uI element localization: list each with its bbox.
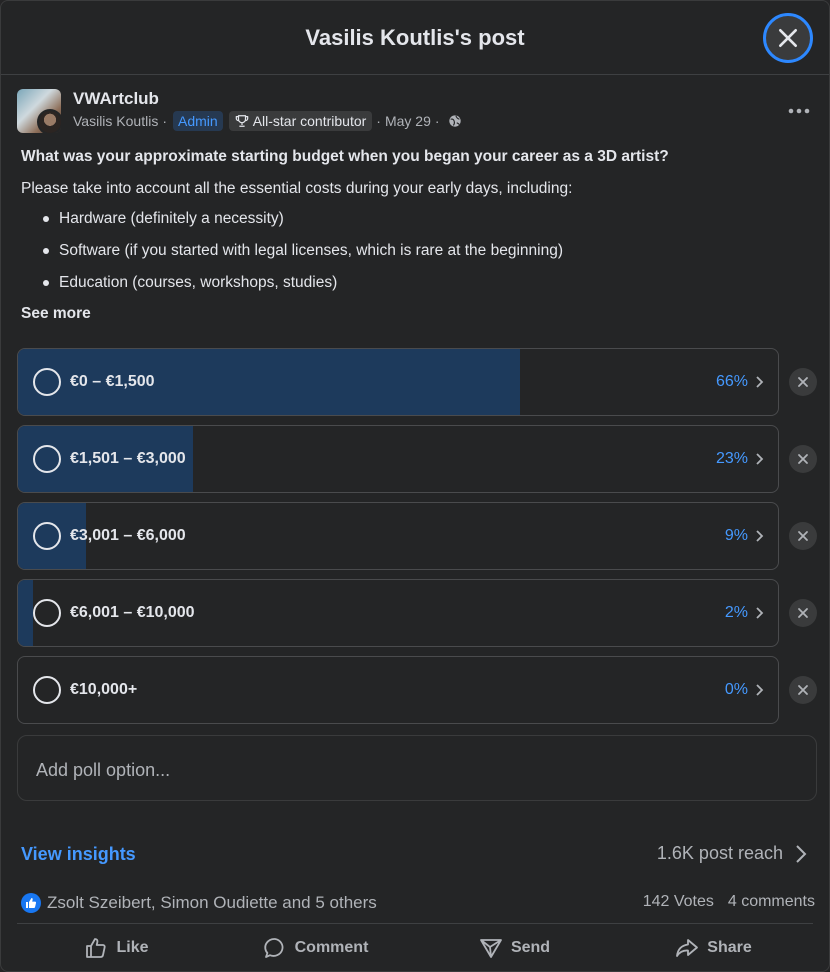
send-label: Send — [510, 939, 551, 956]
poll-option-radio[interactable] — [33, 676, 61, 704]
votes-count[interactable]: 142 Votes — [643, 893, 714, 911]
remove-option-button[interactable] — [789, 676, 817, 704]
post-date[interactable]: May 29 — [385, 113, 431, 129]
post-reach[interactable]: 1.6K post reach — [657, 843, 807, 864]
share-button[interactable]: Share — [614, 925, 813, 971]
poll-option-percent[interactable]: 23% — [716, 450, 748, 468]
poll-option-radio[interactable] — [33, 522, 61, 550]
poll-option-percent[interactable]: 66% — [716, 373, 748, 391]
author-avatar[interactable] — [37, 109, 61, 133]
poll-question: What was your approximate starting budge… — [21, 148, 669, 165]
like-reaction-icon — [21, 893, 41, 913]
close-icon — [778, 28, 798, 48]
chevron-right-icon — [756, 530, 764, 542]
chevron-right-icon — [756, 453, 764, 465]
remove-option-button[interactable] — [789, 445, 817, 473]
poll-option[interactable]: €3,001 – €6,000 9% — [17, 502, 779, 570]
engagement-counts: 142 Votes 4 comments — [643, 893, 815, 911]
meta-separator: · — [434, 113, 440, 129]
more-icon — [788, 108, 810, 114]
chevron-right-icon — [796, 844, 807, 863]
remove-option-button[interactable] — [789, 368, 817, 396]
author-name[interactable]: Vasilis Koutlis — [73, 113, 158, 129]
poll-option-label: €1,501 – €3,000 — [70, 450, 186, 467]
poll-option-percent[interactable]: 0% — [725, 681, 748, 699]
see-more-link[interactable]: See more — [21, 305, 91, 323]
comments-count[interactable]: 4 comments — [728, 893, 815, 911]
meta-separator: · — [162, 113, 167, 129]
reactions-summary[interactable]: Zsolt Szeibert, Simon Oudiette and 5 oth… — [21, 893, 377, 913]
poll-option-radio[interactable] — [33, 368, 61, 396]
group-name[interactable]: VWArtclub — [73, 89, 159, 109]
poll-option-percent[interactable]: 2% — [725, 604, 748, 622]
poll-option-fill — [18, 580, 34, 646]
view-insights-link[interactable]: View insights — [21, 844, 136, 865]
bullet-item: Education (courses, workshops, studies) — [41, 274, 563, 306]
post-intro: Please take into account all the essenti… — [21, 180, 573, 197]
globe-icon — [448, 115, 461, 127]
send-button[interactable]: Send — [415, 925, 614, 971]
bullet-item: Software (if you started with legal lice… — [41, 242, 563, 274]
divider — [17, 923, 813, 924]
reactions-text: Zsolt Szeibert, Simon Oudiette and 5 oth… — [47, 893, 377, 912]
post-bullets: Hardware (definitely a necessity) Softwa… — [41, 210, 563, 306]
thumbs-up-icon — [86, 938, 107, 958]
close-button[interactable] — [763, 13, 813, 63]
poll-option-label: €0 – €1,500 — [70, 373, 155, 390]
like-button[interactable]: Like — [17, 925, 216, 971]
chevron-right-icon — [756, 376, 764, 388]
bullet-item: Hardware (definitely a necessity) — [41, 210, 563, 242]
remove-option-button[interactable] — [789, 522, 817, 550]
poll-option[interactable]: €6,001 – €10,000 2% — [17, 579, 779, 647]
close-icon — [798, 608, 808, 618]
trophy-icon — [235, 115, 248, 127]
admin-badge: Admin — [173, 111, 223, 131]
meta-separator: · — [376, 113, 381, 129]
poll-option-radio[interactable] — [33, 445, 61, 473]
poll-option-label: €6,001 – €10,000 — [70, 604, 195, 621]
close-icon — [798, 454, 808, 464]
chevron-right-icon — [756, 684, 764, 696]
more-options-button[interactable] — [785, 97, 813, 125]
poll-option[interactable]: €10,000+ 0% — [17, 656, 779, 724]
chevron-right-icon — [756, 607, 764, 619]
post-reach-label: 1.6K post reach — [656, 843, 783, 863]
add-poll-option — [17, 735, 817, 801]
send-icon — [480, 939, 502, 958]
comment-button[interactable]: Comment — [216, 925, 415, 971]
comment-icon — [263, 938, 284, 958]
contributor-badge-label: All-star contributor — [252, 113, 367, 129]
contributor-badge[interactable]: All-star contributor — [228, 111, 373, 131]
post-modal: Vasilis Koutlis's post VWArtclub Vasilis… — [0, 0, 830, 972]
close-icon — [798, 377, 808, 387]
poll-option-radio[interactable] — [33, 599, 61, 627]
poll-option[interactable]: €1,501 – €3,000 23% — [17, 425, 779, 493]
close-icon — [798, 685, 808, 695]
like-label: Like — [116, 939, 149, 956]
comment-label: Comment — [294, 939, 369, 956]
share-label: Share — [707, 939, 752, 956]
remove-option-button[interactable] — [789, 599, 817, 627]
poll-option[interactable]: €0 – €1,500 66% — [17, 348, 779, 416]
poll-option-label: €3,001 – €6,000 — [70, 527, 186, 544]
post-header: VWArtclub Vasilis Koutlis · Admin All-st… — [17, 89, 813, 135]
group-avatar[interactable] — [17, 89, 61, 133]
post-actions: Like Comment Send Share — [17, 925, 813, 971]
add-poll-option-input[interactable] — [36, 756, 796, 784]
close-icon — [798, 531, 808, 541]
modal-title: Vasilis Koutlis's post — [305, 24, 525, 50]
poll-option-percent[interactable]: 9% — [725, 527, 748, 545]
share-icon — [676, 939, 699, 957]
modal-header: Vasilis Koutlis's post — [1, 1, 829, 75]
post-meta: Vasilis Koutlis · Admin All-star contrib… — [73, 111, 462, 131]
poll-option-label: €10,000+ — [70, 681, 138, 698]
